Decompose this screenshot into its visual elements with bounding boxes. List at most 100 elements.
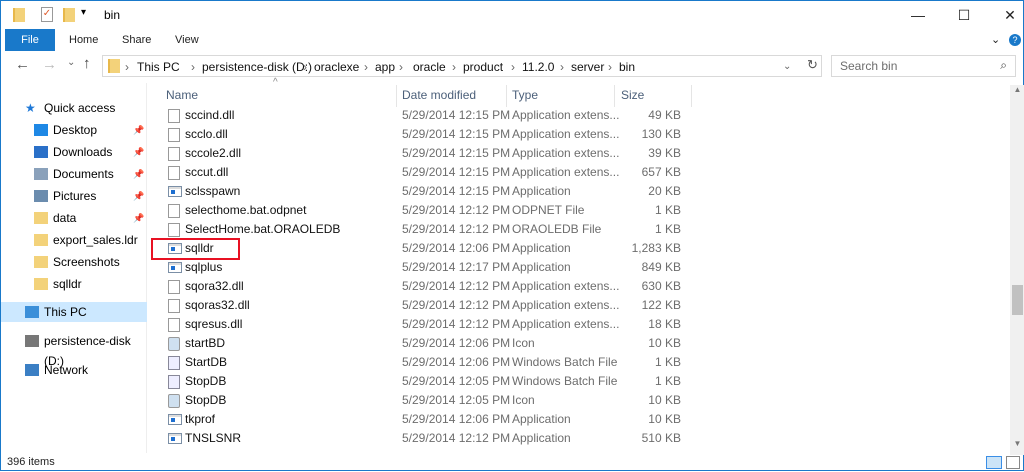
column-date-modified[interactable]: Date modified — [402, 88, 476, 102]
sidebar-item[interactable]: Documents 📌 — [1, 164, 147, 184]
file-row[interactable]: sclsspawn 5/29/2014 12:15 PM Application 20… — [151, 182, 691, 201]
file-row[interactable]: startBD 5/29/2014 12:06 PM Icon 10 KB — [151, 334, 691, 353]
sidebar-item[interactable]: export_sales.ldr — [1, 230, 147, 250]
breadcrumb-server[interactable]: server — [571, 60, 604, 74]
file-row[interactable]: sccut.dll 5/29/2014 12:15 PM Application e… — [151, 163, 691, 182]
file-row[interactable]: scclo.dll 5/29/2014 12:15 PM Application e… — [151, 125, 691, 144]
minimize-button[interactable]: — — [895, 1, 941, 29]
file-date: 5/29/2014 12:12 PM — [402, 279, 511, 293]
file-name: scclo.dll — [185, 127, 228, 141]
file-row[interactable]: selecthome.bat.odpnet 5/29/2014 12:12 PM O… — [151, 201, 691, 220]
app-file-icon — [168, 262, 182, 273]
search-placeholder: Search bin — [840, 59, 898, 73]
file-name: sqlplus — [185, 260, 223, 274]
file-name: sccind.dll — [185, 108, 235, 122]
file-row[interactable]: TNSLSNR 5/29/2014 12:12 PM Application 510 … — [151, 429, 691, 448]
file-type: ODPNET File — [512, 203, 585, 217]
file-size: 849 KB — [641, 260, 681, 274]
file-row[interactable]: SelectHome.bat.ORAOLEDB 5/29/2014 12:12 P… — [151, 220, 691, 239]
file-date: 5/29/2014 12:12 PM — [402, 203, 511, 217]
column-type[interactable]: Type — [512, 88, 538, 102]
customize-toolbar-icon[interactable]: ▾ — [81, 7, 86, 18]
recent-locations-button[interactable]: ⌄ — [67, 57, 75, 68]
file-date: 5/29/2014 12:05 PM — [402, 393, 511, 407]
file-type: Application — [512, 241, 571, 255]
download-icon — [34, 146, 48, 158]
vertical-scrollbar[interactable]: ▲ ▼ — [1010, 85, 1024, 455]
file-type: Application extens... — [512, 127, 620, 141]
tab-view[interactable]: View — [175, 29, 199, 51]
file-date: 5/29/2014 12:06 PM — [402, 355, 511, 369]
pin-icon[interactable]: 📌 — [133, 142, 144, 162]
file-row[interactable]: sqlplus 5/29/2014 12:17 PM Application 849 … — [151, 258, 691, 277]
close-button[interactable]: ✕ — [987, 1, 1024, 29]
file-row[interactable]: StopDB 5/29/2014 12:05 PM Windows Batch Fi… — [151, 372, 691, 391]
breadcrumb-app[interactable]: app — [375, 60, 395, 74]
pin-icon[interactable]: 📌 — [133, 208, 144, 228]
scrollbar-thumb[interactable] — [1012, 285, 1023, 315]
search-icon: ⌕ — [1000, 58, 1007, 72]
sidebar-item[interactable]: Screenshots — [1, 252, 147, 272]
file-row[interactable]: StopDB 5/29/2014 12:05 PM Icon 10 KB — [151, 391, 691, 410]
folder-icon — [34, 278, 48, 290]
item-count: 396 items — [7, 456, 55, 468]
file-row[interactable]: StartDB 5/29/2014 12:06 PM Windows Batch F… — [151, 353, 691, 372]
sidebar-item[interactable]: Network — [1, 360, 147, 380]
breadcrumb-version[interactable]: 11.2.0 — [522, 60, 554, 74]
sidebar-item[interactable]: data 📌 — [1, 208, 147, 228]
window-title: bin — [104, 8, 121, 22]
new-folder-icon[interactable] — [63, 8, 75, 22]
file-type: Application — [512, 431, 571, 445]
file-row[interactable]: sqresus.dll 5/29/2014 12:12 PM Application… — [151, 315, 691, 334]
forward-button[interactable]: → — [42, 56, 57, 73]
breadcrumb-oraclexe[interactable]: oraclexe — [314, 60, 359, 74]
sidebar-item-label: Quick access — [44, 101, 116, 115]
breadcrumb-bin[interactable]: bin — [619, 60, 635, 74]
pin-icon[interactable]: 📌 — [133, 120, 144, 140]
column-name[interactable]: Name — [166, 88, 198, 102]
refresh-button[interactable]: ↻ — [807, 57, 818, 73]
file-date: 5/29/2014 12:15 PM — [402, 165, 511, 179]
file-type: Application extens... — [512, 165, 620, 179]
breadcrumb-oracle[interactable]: oracle — [413, 60, 446, 74]
sidebar-item-label: sqlldr — [53, 277, 82, 291]
pin-icon[interactable]: 📌 — [133, 186, 144, 206]
file-row[interactable]: sccole2.dll 5/29/2014 12:15 PM Application… — [151, 144, 691, 163]
expand-ribbon-icon[interactable]: ⌄ — [991, 29, 1000, 51]
file-row[interactable]: sccind.dll 5/29/2014 12:15 PM Application … — [151, 106, 691, 125]
large-icons-view-button[interactable] — [1006, 456, 1020, 469]
ico-file-icon — [168, 394, 180, 408]
sidebar-item[interactable]: This PC — [1, 302, 147, 322]
sidebar-item[interactable]: ★ Quick access — [1, 98, 147, 118]
sidebar-item[interactable]: Pictures 📌 — [1, 186, 147, 206]
column-size[interactable]: Size — [621, 88, 644, 102]
help-icon[interactable]: ? — [1009, 34, 1021, 46]
pin-icon[interactable]: 📌 — [133, 164, 144, 184]
file-row[interactable]: sqora32.dll 5/29/2014 12:12 PM Application… — [151, 277, 691, 296]
tab-file[interactable]: File — [5, 29, 55, 51]
file-size: 657 KB — [641, 165, 681, 179]
sidebar-item-label: Downloads — [53, 145, 113, 159]
tab-home[interactable]: Home — [69, 29, 98, 51]
maximize-button[interactable]: ☐ — [941, 1, 987, 29]
file-name: tkprof — [185, 412, 216, 426]
address-bar[interactable]: › This PC › persistence-disk (D:) › orac… — [102, 55, 822, 77]
sidebar-item[interactable]: sqlldr — [1, 274, 147, 294]
file-size: 20 KB — [648, 184, 681, 198]
tab-share[interactable]: Share — [122, 29, 151, 51]
properties-icon[interactable]: ✓ — [41, 7, 53, 22]
folder-icon — [108, 59, 120, 73]
breadcrumb-product[interactable]: product — [463, 60, 503, 74]
details-view-button[interactable] — [986, 456, 1002, 469]
search-input[interactable]: Search bin ⌕ — [831, 55, 1016, 77]
sidebar-item[interactable]: persistence-disk (D:) — [1, 331, 147, 368]
file-size: 1 KB — [654, 222, 681, 236]
file-row[interactable]: tkprof 5/29/2014 12:06 PM Application 10 KB — [151, 410, 691, 429]
breadcrumb-this-pc[interactable]: This PC — [137, 60, 180, 74]
back-button[interactable]: ← — [15, 56, 30, 73]
up-button[interactable]: ↑ — [83, 55, 91, 72]
breadcrumb-disk[interactable]: persistence-disk (D:) — [202, 60, 312, 74]
sidebar-item[interactable]: Downloads 📌 — [1, 142, 147, 162]
sidebar-item[interactable]: Desktop 📌 — [1, 120, 147, 140]
file-row[interactable]: sqoras32.dll 5/29/2014 12:12 PM Applicatio… — [151, 296, 691, 315]
